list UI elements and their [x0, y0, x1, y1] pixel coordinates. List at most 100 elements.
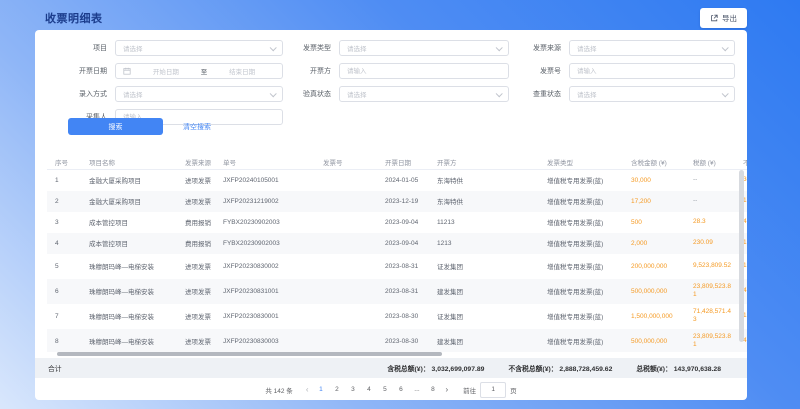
date-range-separator: 至: [199, 66, 210, 76]
export-button-label: 导出: [722, 13, 737, 24]
cell-issuer: 建发集团: [429, 279, 539, 304]
invoice-source-label: 发票来源: [509, 43, 569, 53]
cell-invoice_no: [315, 212, 377, 233]
cell-issuer: 11213: [429, 212, 539, 233]
cell-type: 增值税专用发票(蓝): [539, 279, 623, 304]
cell-invoice_no: [315, 329, 377, 353]
table-row: 3成本管控项目费用报销FYBX202309020032023-09-041121…: [47, 212, 747, 233]
cell-date: 2023-08-31: [377, 254, 429, 279]
cell-order_no: JXFP20231219002: [215, 191, 315, 212]
cell-amount: 200,000,000: [623, 254, 685, 279]
cell-date: 2023-09-04: [377, 233, 429, 254]
table-header-row: 序号项目名称发票来源单号发票号开票日期开票方发票类型含税金额 (¥)税额 (¥)…: [47, 154, 747, 170]
invoice-no-input[interactable]: [569, 63, 735, 79]
cell-issuer: 证发集团: [429, 304, 539, 329]
cell-source: 进项发票: [177, 304, 215, 329]
page-button[interactable]: 8: [427, 386, 438, 393]
cell-type: 增值税专用发票(蓝): [539, 254, 623, 279]
page-button[interactable]: 4: [363, 386, 374, 393]
cell-no: 1: [47, 170, 81, 191]
cell-tax: --: [685, 170, 735, 191]
cell-tax: 9,523,809.52: [685, 254, 735, 279]
cell-order_no: JXFP20230830001: [215, 304, 315, 329]
cell-type: 增值税专用发票(蓝): [539, 329, 623, 353]
cell-issuer: 证发集团: [429, 254, 539, 279]
cell-tax: 23,809,523.81: [685, 279, 735, 304]
filter-form: 项目 请选择 发票类型 请选择 发票来源 请选择 开票日期 开始日期 至 结束日…: [49, 40, 735, 125]
clear-search-link[interactable]: 清空搜索: [183, 122, 211, 132]
column-header: 含税金额 (¥): [623, 154, 685, 170]
cell-invoice_no: [315, 279, 377, 304]
cell-no: 3: [47, 212, 81, 233]
column-header: 发票来源: [177, 154, 215, 170]
cell-order_no: FYBX20230902003: [215, 212, 315, 233]
export-button[interactable]: 导出: [700, 8, 747, 28]
dup-status-select[interactable]: 请选择: [569, 86, 735, 102]
column-header: 项目名称: [81, 154, 177, 170]
cell-date: 2024-01-05: [377, 170, 429, 191]
cell-project: 成本管控项目: [81, 212, 177, 233]
goto-page-input[interactable]: [480, 382, 506, 398]
cell-amount: 500,000,000: [623, 329, 685, 353]
invoice-type-select[interactable]: 请选择: [339, 40, 509, 56]
cell-no: 2: [47, 191, 81, 212]
cell-invoice_no: [315, 254, 377, 279]
prev-page-button[interactable]: ‹: [304, 386, 311, 394]
cell-project: 珠穆朗玛峰—电梯安装: [81, 254, 177, 279]
cell-no: 7: [47, 304, 81, 329]
invoice-date-range-picker[interactable]: 开始日期 至 结束日期: [115, 63, 283, 79]
cell-project: 珠穆朗玛峰—电梯安装: [81, 279, 177, 304]
cell-tax: 28.3: [685, 212, 735, 233]
cell-no: 4: [47, 233, 81, 254]
start-date-placeholder: 开始日期: [133, 66, 199, 76]
cell-source: 费用报销: [177, 233, 215, 254]
page-button[interactable]: 5: [379, 386, 390, 393]
page-button[interactable]: 2: [331, 386, 342, 393]
filter-actions: 搜索 清空搜索: [68, 118, 211, 135]
search-button[interactable]: 搜索: [68, 118, 163, 135]
issuer-input[interactable]: [339, 63, 509, 79]
cell-amount: 500: [623, 212, 685, 233]
table-row: 6珠穆朗玛峰—电梯安装进项发票JXFP202308310012023-08-31…: [47, 279, 747, 304]
table-row: 5珠穆朗玛峰—电梯安装进项发票JXFP202308300022023-08-31…: [47, 254, 747, 279]
cell-order_no: FYBX20230902003: [215, 233, 315, 254]
chevron-down-icon: [270, 44, 277, 51]
cell-type: 增值税专用发票(蓝): [539, 191, 623, 212]
horizontal-scrollbar-thumb[interactable]: [57, 352, 442, 356]
page-ellipsis[interactable]: ...: [411, 386, 422, 393]
cell-invoice_no: [315, 233, 377, 254]
vertical-scrollbar-thumb[interactable]: [739, 170, 744, 342]
table-row: 8珠穆朗玛峰—电梯安装进项发票JXFP202308300032023-08-30…: [47, 329, 747, 353]
goto-suffix: 页: [510, 385, 517, 395]
column-header: 发票号: [315, 154, 377, 170]
chevron-down-icon: [496, 44, 503, 51]
page-button[interactable]: 1: [315, 386, 326, 393]
cell-tax: 71,428,571.43: [685, 304, 735, 329]
cell-tax: 230.09: [685, 233, 735, 254]
summary-item: 总税额(¥)： 143,970,638.28: [636, 363, 721, 373]
invoice-date-label: 开票日期: [49, 66, 115, 76]
cell-no: 8: [47, 329, 81, 353]
invoice-source-select[interactable]: 请选择: [569, 40, 735, 56]
summary-row: 合计 含税总额(¥)： 3,032,699,097.89不含税总额(¥)： 2,…: [35, 358, 747, 378]
cell-order_no: JXFP20240105001: [215, 170, 315, 191]
cell-amount: 30,000: [623, 170, 685, 191]
cell-source: 进项发票: [177, 329, 215, 353]
project-select[interactable]: 请选择: [115, 40, 283, 56]
cell-issuer: 1213: [429, 233, 539, 254]
table-row: 2金融大厦采购项目进项发票JXFP202312190022023-12-19东海…: [47, 191, 747, 212]
cell-type: 增值税专用发票(蓝): [539, 170, 623, 191]
cell-issuer: 东海特供: [429, 191, 539, 212]
cell-date: 2023-08-31: [377, 279, 429, 304]
summary-totals: 含税总额(¥)： 3,032,699,097.89不含税总额(¥)： 2,888…: [387, 363, 721, 373]
verify-status-select[interactable]: 请选择: [339, 86, 509, 102]
chevron-down-icon: [270, 90, 277, 97]
column-header: 不含税金额 (¥): [735, 154, 747, 170]
entry-method-select[interactable]: 请选择: [115, 86, 283, 102]
page-button[interactable]: 6: [395, 386, 406, 393]
entry-method-label: 录入方式: [49, 89, 115, 99]
cell-date: 2023-08-30: [377, 329, 429, 353]
cell-project: 金融大厦采购项目: [81, 191, 177, 212]
page-button[interactable]: 3: [347, 386, 358, 393]
next-page-button[interactable]: ›: [443, 386, 450, 394]
